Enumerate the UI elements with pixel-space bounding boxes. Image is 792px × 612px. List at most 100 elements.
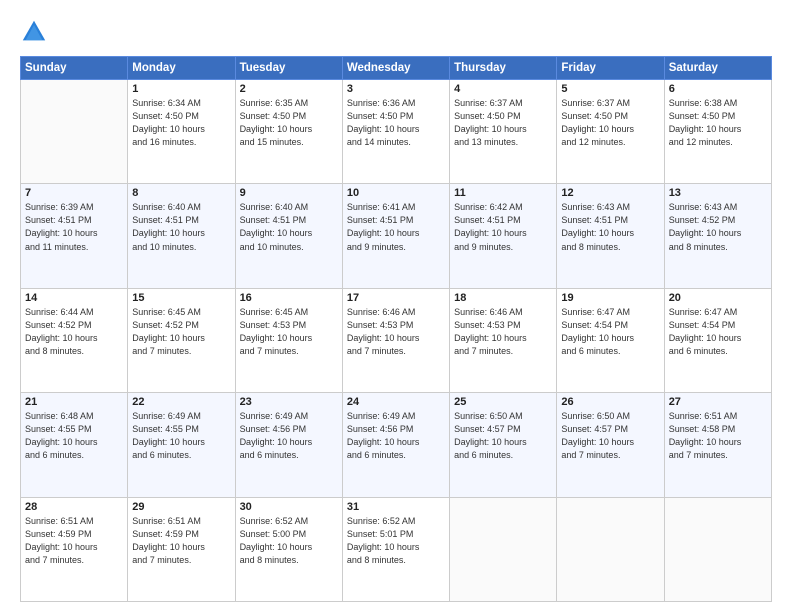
weekday-header: Saturday (664, 57, 771, 80)
calendar-cell: 26 Sunrise: 6:50 AM Sunset: 4:57 PM Dayli… (557, 393, 664, 497)
day-info: Sunrise: 6:42 AM Sunset: 4:51 PM Dayligh… (454, 201, 552, 253)
calendar-cell: 2 Sunrise: 6:35 AM Sunset: 4:50 PM Daylig… (235, 80, 342, 184)
day-number: 14 (25, 292, 123, 304)
day-info: Sunrise: 6:35 AM Sunset: 4:50 PM Dayligh… (240, 97, 338, 149)
calendar-cell (557, 497, 664, 601)
day-info: Sunrise: 6:47 AM Sunset: 4:54 PM Dayligh… (561, 306, 659, 358)
calendar-cell: 1 Sunrise: 6:34 AM Sunset: 4:50 PM Daylig… (128, 80, 235, 184)
day-info: Sunrise: 6:41 AM Sunset: 4:51 PM Dayligh… (347, 201, 445, 253)
day-number: 7 (25, 187, 123, 199)
calendar-cell: 14Sunrise: 6:44 AM Sunset: 4:52 PM Dayli… (21, 288, 128, 392)
calendar-cell: 30 Sunrise: 6:52 AM Sunset: 5:00 PM Dayli… (235, 497, 342, 601)
day-number: 6 (669, 83, 767, 95)
day-number: 13 (669, 187, 767, 199)
calendar-cell: 8 Sunrise: 6:40 AM Sunset: 4:51 PM Daylig… (128, 184, 235, 288)
calendar-cell: 18 Sunrise: 6:46 AM Sunset: 4:53 PM Dayli… (450, 288, 557, 392)
day-number: 8 (132, 187, 230, 199)
day-number: 19 (561, 292, 659, 304)
day-number: 27 (669, 396, 767, 408)
calendar-cell: 22 Sunrise: 6:49 AM Sunset: 4:55 PM Dayli… (128, 393, 235, 497)
calendar: SundayMondayTuesdayWednesdayThursdayFrid… (20, 56, 772, 602)
day-info: Sunrise: 6:45 AM Sunset: 4:52 PM Dayligh… (132, 306, 230, 358)
calendar-cell: 21 Sunrise: 6:48 AM Sunset: 4:55 PM Dayli… (21, 393, 128, 497)
header (20, 18, 772, 46)
day-number: 18 (454, 292, 552, 304)
calendar-week-row: 14Sunrise: 6:44 AM Sunset: 4:52 PM Dayli… (21, 288, 772, 392)
logo-icon (20, 18, 48, 46)
calendar-cell: 27 Sunrise: 6:51 AM Sunset: 4:58 PM Dayli… (664, 393, 771, 497)
day-number: 2 (240, 83, 338, 95)
day-number: 29 (132, 501, 230, 513)
calendar-cell: 10 Sunrise: 6:41 AM Sunset: 4:51 PM Dayli… (342, 184, 449, 288)
calendar-cell: 19 Sunrise: 6:47 AM Sunset: 4:54 PM Dayli… (557, 288, 664, 392)
day-number: 28 (25, 501, 123, 513)
day-info: Sunrise: 6:48 AM Sunset: 4:55 PM Dayligh… (25, 410, 123, 462)
calendar-cell: 25 Sunrise: 6:50 AM Sunset: 4:57 PM Dayli… (450, 393, 557, 497)
day-info: Sunrise: 6:40 AM Sunset: 4:51 PM Dayligh… (132, 201, 230, 253)
day-info: Sunrise: 6:38 AM Sunset: 4:50 PM Dayligh… (669, 97, 767, 149)
weekday-header: Sunday (21, 57, 128, 80)
calendar-cell: 11 Sunrise: 6:42 AM Sunset: 4:51 PM Dayli… (450, 184, 557, 288)
day-info: Sunrise: 6:51 AM Sunset: 4:59 PM Dayligh… (132, 515, 230, 567)
calendar-cell: 9 Sunrise: 6:40 AM Sunset: 4:51 PM Daylig… (235, 184, 342, 288)
day-info: Sunrise: 6:52 AM Sunset: 5:01 PM Dayligh… (347, 515, 445, 567)
calendar-cell: 20Sunrise: 6:47 AM Sunset: 4:54 PM Dayli… (664, 288, 771, 392)
calendar-cell (21, 80, 128, 184)
day-number: 24 (347, 396, 445, 408)
calendar-cell: 5Sunrise: 6:37 AM Sunset: 4:50 PM Daylig… (557, 80, 664, 184)
day-info: Sunrise: 6:51 AM Sunset: 4:59 PM Dayligh… (25, 515, 123, 567)
day-number: 17 (347, 292, 445, 304)
weekday-header: Tuesday (235, 57, 342, 80)
day-number: 26 (561, 396, 659, 408)
day-info: Sunrise: 6:40 AM Sunset: 4:51 PM Dayligh… (240, 201, 338, 253)
weekday-header: Thursday (450, 57, 557, 80)
calendar-week-row: 28 Sunrise: 6:51 AM Sunset: 4:59 PM Dayli… (21, 497, 772, 601)
day-number: 9 (240, 187, 338, 199)
day-number: 10 (347, 187, 445, 199)
calendar-cell: 28 Sunrise: 6:51 AM Sunset: 4:59 PM Dayli… (21, 497, 128, 601)
day-info: Sunrise: 6:51 AM Sunset: 4:58 PM Dayligh… (669, 410, 767, 462)
day-info: Sunrise: 6:49 AM Sunset: 4:56 PM Dayligh… (240, 410, 338, 462)
calendar-cell (450, 497, 557, 601)
day-number: 5 (561, 83, 659, 95)
calendar-cell: 6 Sunrise: 6:38 AM Sunset: 4:50 PM Daylig… (664, 80, 771, 184)
day-info: Sunrise: 6:49 AM Sunset: 4:55 PM Dayligh… (132, 410, 230, 462)
day-number: 11 (454, 187, 552, 199)
day-info: Sunrise: 6:49 AM Sunset: 4:56 PM Dayligh… (347, 410, 445, 462)
day-info: Sunrise: 6:36 AM Sunset: 4:50 PM Dayligh… (347, 97, 445, 149)
calendar-week-row: 21 Sunrise: 6:48 AM Sunset: 4:55 PM Dayli… (21, 393, 772, 497)
day-info: Sunrise: 6:43 AM Sunset: 4:51 PM Dayligh… (561, 201, 659, 253)
day-number: 3 (347, 83, 445, 95)
day-info: Sunrise: 6:43 AM Sunset: 4:52 PM Dayligh… (669, 201, 767, 253)
day-info: Sunrise: 6:50 AM Sunset: 4:57 PM Dayligh… (454, 410, 552, 462)
day-number: 21 (25, 396, 123, 408)
day-number: 4 (454, 83, 552, 95)
day-info: Sunrise: 6:50 AM Sunset: 4:57 PM Dayligh… (561, 410, 659, 462)
day-info: Sunrise: 6:45 AM Sunset: 4:53 PM Dayligh… (240, 306, 338, 358)
day-number: 31 (347, 501, 445, 513)
day-number: 1 (132, 83, 230, 95)
weekday-header: Monday (128, 57, 235, 80)
calendar-week-row: 7Sunrise: 6:39 AM Sunset: 4:51 PM Daylig… (21, 184, 772, 288)
day-info: Sunrise: 6:52 AM Sunset: 5:00 PM Dayligh… (240, 515, 338, 567)
day-info: Sunrise: 6:34 AM Sunset: 4:50 PM Dayligh… (132, 97, 230, 149)
day-number: 30 (240, 501, 338, 513)
calendar-cell: 12Sunrise: 6:43 AM Sunset: 4:51 PM Dayli… (557, 184, 664, 288)
weekday-header: Friday (557, 57, 664, 80)
day-number: 15 (132, 292, 230, 304)
weekday-header-row: SundayMondayTuesdayWednesdayThursdayFrid… (21, 57, 772, 80)
page: SundayMondayTuesdayWednesdayThursdayFrid… (0, 0, 792, 612)
day-number: 16 (240, 292, 338, 304)
day-number: 25 (454, 396, 552, 408)
day-info: Sunrise: 6:47 AM Sunset: 4:54 PM Dayligh… (669, 306, 767, 358)
calendar-cell: 15 Sunrise: 6:45 AM Sunset: 4:52 PM Dayli… (128, 288, 235, 392)
logo (20, 18, 52, 46)
day-number: 22 (132, 396, 230, 408)
calendar-cell: 23 Sunrise: 6:49 AM Sunset: 4:56 PM Dayli… (235, 393, 342, 497)
calendar-cell: 24 Sunrise: 6:49 AM Sunset: 4:56 PM Dayli… (342, 393, 449, 497)
day-number: 23 (240, 396, 338, 408)
calendar-cell: 16 Sunrise: 6:45 AM Sunset: 4:53 PM Dayli… (235, 288, 342, 392)
calendar-cell: 31 Sunrise: 6:52 AM Sunset: 5:01 PM Dayli… (342, 497, 449, 601)
calendar-cell: 4Sunrise: 6:37 AM Sunset: 4:50 PM Daylig… (450, 80, 557, 184)
day-info: Sunrise: 6:46 AM Sunset: 4:53 PM Dayligh… (454, 306, 552, 358)
